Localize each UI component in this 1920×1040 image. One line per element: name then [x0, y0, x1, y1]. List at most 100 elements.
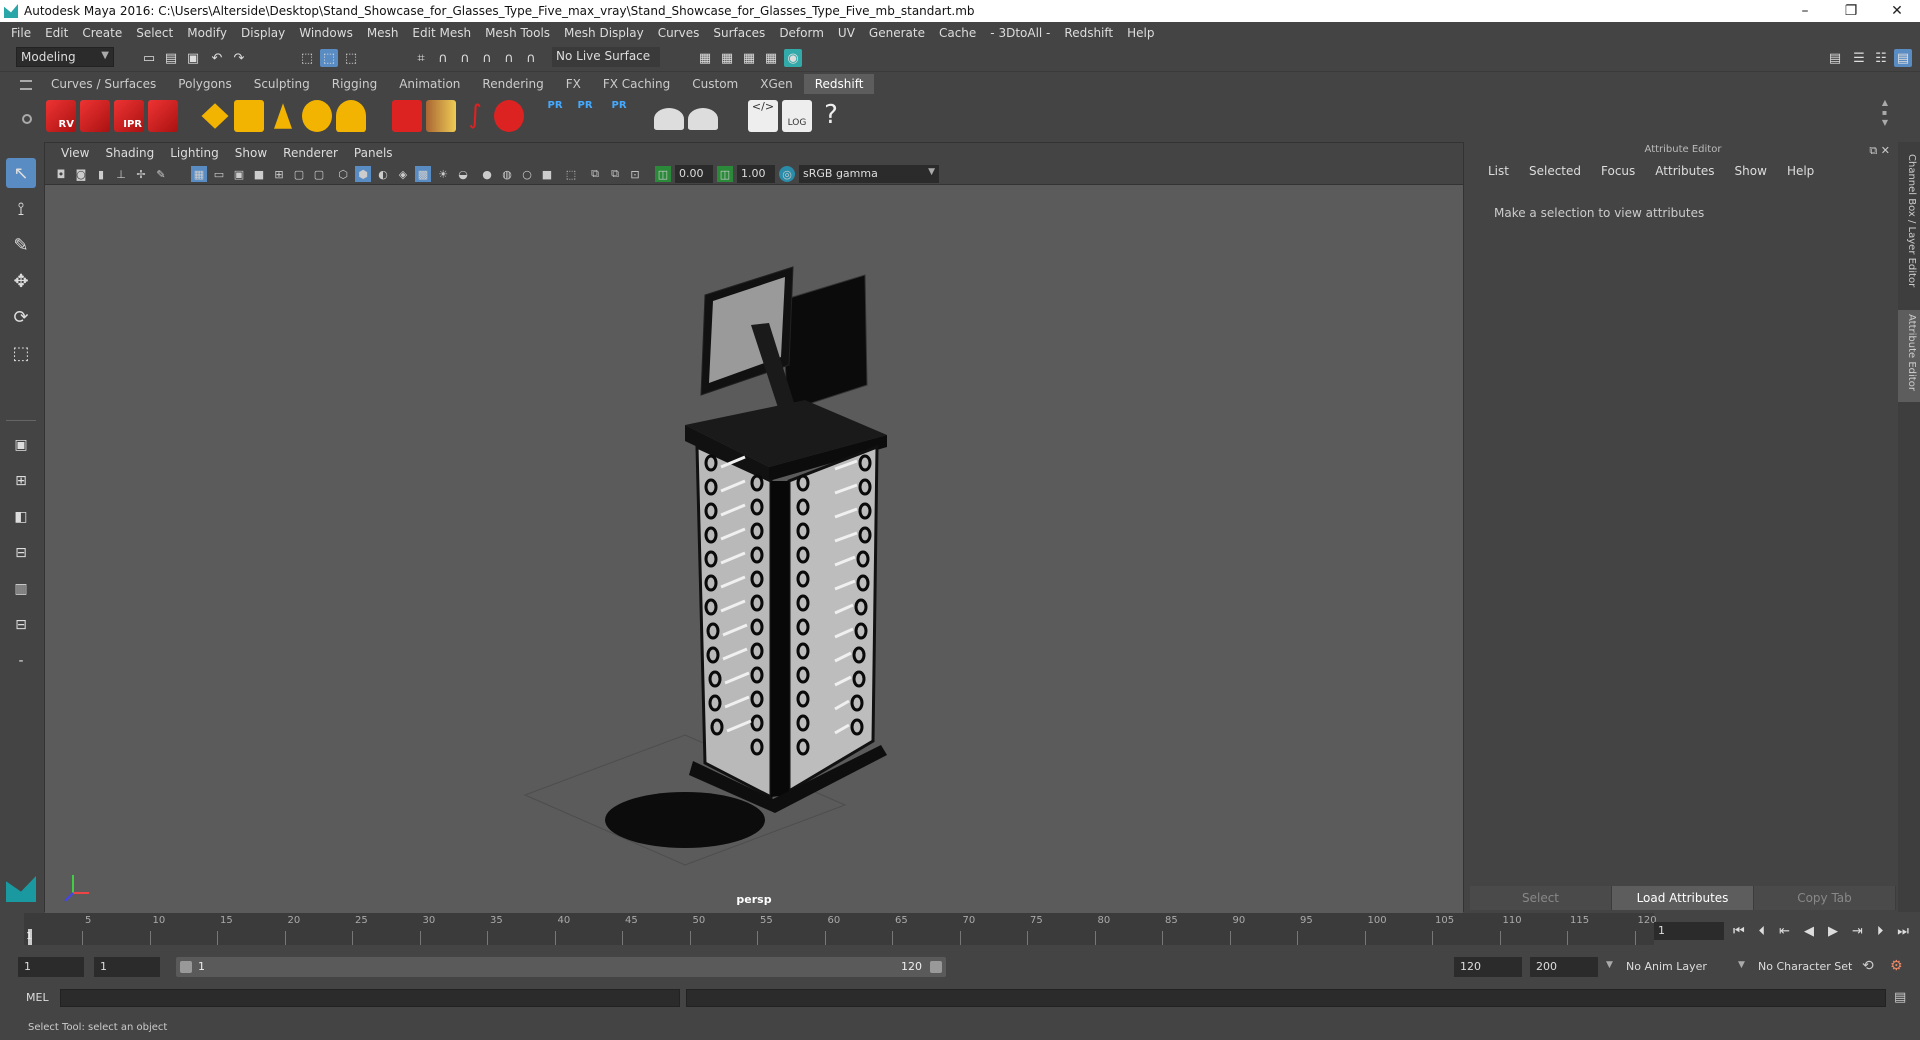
select-by-component-icon[interactable]: ⬚	[342, 49, 360, 67]
use-default-material-icon[interactable]: ◐	[375, 166, 391, 182]
animation-start-field[interactable]: 1	[18, 957, 84, 977]
redshift-log-icon[interactable]: LOG	[782, 100, 812, 132]
step-forward-frame-icon[interactable]: ⇥	[1852, 924, 1863, 939]
safe-title-icon[interactable]: ▢	[311, 166, 327, 182]
time-slider[interactable]: 1 5 10 15 20 25 30 35 40 45 50 55 60 65 70 75 80 85 90 95 1…	[24, 913, 1657, 945]
modeling-toolkit-icon[interactable]: ▤	[1826, 49, 1844, 67]
persp-outliner-layout-icon[interactable]: ◧	[6, 502, 36, 532]
animation-end-field[interactable]: 200	[1530, 957, 1598, 977]
toolbox-more-icon[interactable]: -	[6, 646, 36, 676]
play-backwards-icon[interactable]: ◀	[1804, 924, 1814, 939]
motion-blur-icon[interactable]: ◍	[499, 166, 515, 182]
single-perspective-layout-icon[interactable]: ▣	[6, 430, 36, 460]
channel-box-toggle-icon[interactable]: ▤	[1894, 49, 1912, 67]
redshift-pr-export-icon[interactable]: PR	[540, 100, 570, 132]
redshift-bake-icon[interactable]	[654, 108, 684, 130]
redshift-spot-light-icon[interactable]	[274, 103, 292, 129]
color-space-select[interactable]: sRGB gamma ▼	[799, 165, 939, 183]
make-live-icon[interactable]: ∩	[522, 49, 540, 67]
menu-surfaces[interactable]: Surfaces	[706, 26, 772, 40]
redshift-pr-import-icon[interactable]: PR	[570, 100, 600, 132]
attr-menu-selected[interactable]: Selected	[1519, 164, 1591, 178]
outliner-icon[interactable]: ☰	[1850, 49, 1868, 67]
attribute-editor-tab[interactable]: Attribute Editor	[1898, 310, 1920, 402]
shelf-tab-animation[interactable]: Animation	[388, 74, 472, 94]
step-forward-key-icon[interactable]: ⏵	[1877, 924, 1884, 939]
current-frame-field[interactable]: 1	[1654, 922, 1724, 940]
mode-selector[interactable]: Modeling ▼	[16, 47, 114, 67]
menu-3dtoall[interactable]: - 3DtoAll -	[983, 26, 1057, 40]
redshift-area-light-icon[interactable]	[201, 103, 229, 129]
viewport-menu-renderer[interactable]: Renderer	[275, 146, 346, 160]
shelf-tab-sculpting[interactable]: Sculpting	[242, 74, 321, 94]
minimize-button[interactable]: –	[1782, 3, 1828, 19]
viewport-menu-lighting[interactable]: Lighting	[162, 146, 227, 160]
redshift-ipr-icon[interactable]: IPR	[114, 100, 144, 132]
load-attributes-button[interactable]: Load Attributes	[1612, 886, 1754, 910]
safe-action-icon[interactable]: ▢	[291, 166, 307, 182]
shelf-settings-icon[interactable]	[22, 114, 32, 124]
bookmarks-icon[interactable]: ▮	[93, 166, 109, 182]
viewport-menu-view[interactable]: View	[53, 146, 97, 160]
save-scene-icon[interactable]: ▣	[184, 49, 202, 67]
redshift-render-view-icon[interactable]: RV	[46, 100, 76, 132]
outliner-persp-graph-layout-icon[interactable]: ▥	[6, 574, 36, 604]
select-by-object-icon[interactable]: ⬚	[320, 49, 338, 67]
menu-uv[interactable]: UV	[831, 26, 862, 40]
render-current-frame-icon[interactable]: ▦	[718, 49, 736, 67]
menu-windows[interactable]: Windows	[292, 26, 360, 40]
character-set-select[interactable]: ▼ No Character Set	[1738, 957, 1878, 977]
shelf-tab-rigging[interactable]: Rigging	[320, 74, 389, 94]
play-forwards-icon[interactable]: ▶	[1828, 924, 1838, 939]
shelf-tab-rendering[interactable]: Rendering	[471, 74, 555, 94]
paint-select-tool-icon[interactable]: ✎	[6, 230, 36, 260]
menu-deform[interactable]: Deform	[772, 26, 831, 40]
select-by-hierarchy-icon[interactable]: ⬚	[298, 49, 316, 67]
shelf-tab-fx-caching[interactable]: FX Caching	[591, 74, 682, 94]
ipr-render-icon[interactable]: ▦	[740, 49, 758, 67]
tool-settings-icon[interactable]: ☷	[1872, 49, 1890, 67]
select-tool-icon[interactable]: ↖	[6, 158, 36, 188]
live-surface-field[interactable]: No Live Surface	[552, 47, 660, 67]
close-button[interactable]: ✕	[1874, 3, 1920, 19]
range-start-handle[interactable]	[180, 961, 192, 973]
gamma-icon[interactable]: ◫	[717, 166, 733, 182]
step-back-frame-icon[interactable]: ⇤	[1779, 924, 1790, 939]
xray-components-icon[interactable]: ⊡	[627, 166, 643, 182]
redshift-material-icon[interactable]	[494, 100, 524, 132]
xray-joints-icon[interactable]: ⧉	[607, 166, 623, 182]
select-button[interactable]: Select	[1470, 886, 1612, 910]
snap-to-point-icon[interactable]: ∩	[456, 49, 474, 67]
viewport-menu-panels[interactable]: Panels	[346, 146, 401, 160]
script-language-toggle[interactable]: MEL	[26, 991, 49, 1004]
hypershade-icon[interactable]: ◉	[784, 49, 802, 67]
playback-end-field[interactable]: 120	[1454, 957, 1522, 977]
menu-display[interactable]: Display	[234, 26, 292, 40]
step-back-key-icon[interactable]: ⏴	[1759, 924, 1766, 939]
grease-pencil-icon[interactable]: ✎	[153, 166, 169, 182]
attr-menu-show[interactable]: Show	[1725, 164, 1777, 178]
playback-start-field[interactable]: 1	[94, 957, 160, 977]
attr-menu-help[interactable]: Help	[1777, 164, 1824, 178]
undo-icon[interactable]: ↶	[208, 49, 226, 67]
redshift-portal-light-icon[interactable]	[234, 100, 264, 132]
redshift-hair-icon[interactable]	[426, 100, 456, 132]
resolution-gate-icon[interactable]: ▣	[231, 166, 247, 182]
redshift-sun-light-icon[interactable]	[336, 100, 366, 132]
shelf-tab-redshift[interactable]: Redshift	[803, 74, 875, 94]
menu-file[interactable]: File	[4, 26, 38, 40]
menu-mesh-tools[interactable]: Mesh Tools	[478, 26, 557, 40]
use-all-lights-icon[interactable]: ☀	[435, 166, 451, 182]
menu-mesh-display[interactable]: Mesh Display	[557, 26, 651, 40]
viewport-menu-show[interactable]: Show	[227, 146, 275, 160]
wireframe-on-shaded-icon[interactable]: ◈	[395, 166, 411, 182]
redshift-script-editor-icon[interactable]: </>	[748, 100, 778, 132]
open-scene-icon[interactable]: ▤	[162, 49, 180, 67]
menu-create[interactable]: Create	[75, 26, 129, 40]
film-gate-icon[interactable]: ▭	[211, 166, 227, 182]
redshift-help-icon[interactable]: ?	[816, 100, 846, 132]
redshift-bake-set-icon[interactable]	[688, 108, 718, 130]
float-panel-icon[interactable]: ⧉ ✕	[1869, 144, 1890, 158]
redo-icon[interactable]: ↷	[230, 49, 248, 67]
image-plane-icon[interactable]: ⊥	[113, 166, 129, 182]
